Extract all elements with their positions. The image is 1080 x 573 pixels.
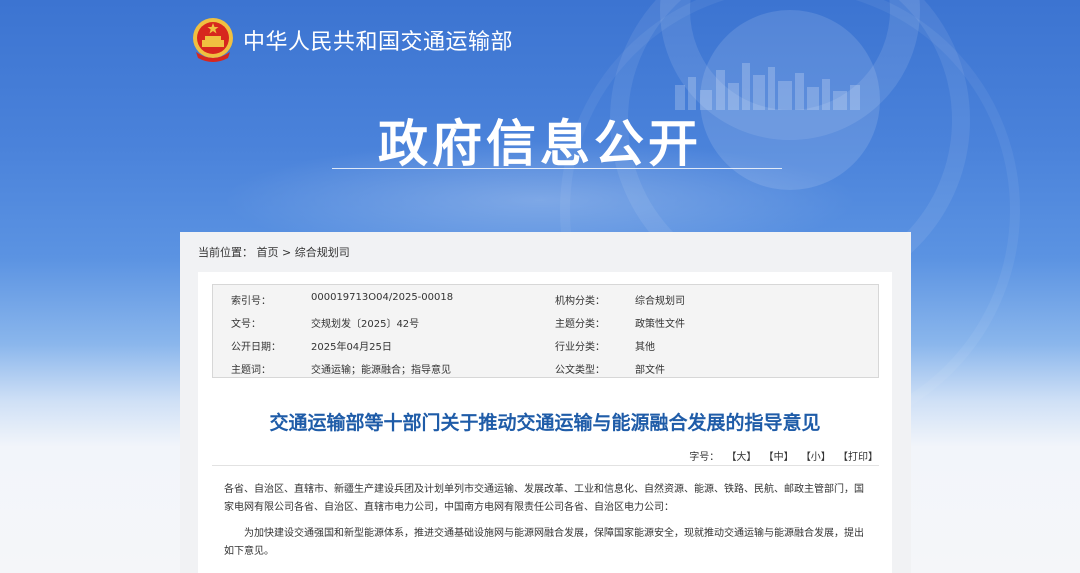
intro-paragraph: 为加快建设交通强国和新型能源体系，推进交通基础设施网与能源网融合发展，保障国家能… (224, 528, 864, 557)
addressee-paragraph: 各省、自治区、直辖市、新疆生产建设兵团及计划单列市交通运输、发展改革、工业和信息… (224, 484, 864, 513)
banner-title: 政府信息公开 (378, 115, 702, 173)
breadcrumb-current-link[interactable]: 综合规划司 (295, 246, 350, 259)
document-content: 索引号： 000019713O04/2025-00018 机构分类： 综合规划司… (198, 272, 892, 573)
font-medium-button[interactable]: 【中】 (764, 452, 794, 463)
content-panel: 当前位置： 首页 > 综合规划司 索引号： 000019713O04/2025-… (180, 232, 911, 573)
organization-label: 机构分类： (555, 296, 605, 307)
publish-date-label: 公开日期： (231, 342, 281, 353)
topic-category-label: 主题分类： (555, 319, 605, 330)
font-size-toolbar: 字号： 【大】 【中】 【小】 【打印】 (689, 448, 878, 463)
document-number-value: 交规划发〔2025〕42号 (311, 319, 420, 330)
national-emblem-logo (193, 18, 233, 62)
title-divider (212, 465, 879, 466)
banner-divider (332, 168, 782, 169)
document-title: 交通运输部等十部门关于推动交通运输与能源融合发展的指导意见 (269, 412, 821, 434)
metadata-row: 公开日期： 2025年04月25日 行业分类： 其他 (213, 333, 878, 355)
font-small-button[interactable]: 【小】 (801, 452, 831, 463)
document-type-value: 部文件 (635, 365, 665, 376)
breadcrumb-home-link[interactable]: 首页 (257, 246, 279, 259)
document-type-label: 公文类型： (555, 365, 605, 376)
topic-category-value: 政策性文件 (635, 319, 685, 330)
breadcrumb-separator: > (282, 246, 292, 259)
breadcrumb-label: 当前位置： (198, 246, 253, 259)
font-large-button[interactable]: 【大】 (726, 452, 756, 463)
city-skyline-decoration (675, 63, 860, 110)
site-name[interactable]: 中华人民共和国交通运输部 (243, 24, 513, 56)
index-number-value: 000019713O04/2025-00018 (311, 292, 454, 303)
metadata-row: 文号： 交规划发〔2025〕42号 主题分类： 政策性文件 (213, 310, 878, 332)
metadata-row: 索引号： 000019713O04/2025-00018 机构分类： 综合规划司 (213, 287, 878, 309)
document-number-label: 文号： (231, 319, 261, 330)
breadcrumb: 当前位置： 首页 > 综合规划司 (198, 244, 350, 260)
index-number-label: 索引号： (231, 296, 271, 307)
metadata-row: 主题词： 交通运输；能源融合；指导意见 公文类型： 部文件 (213, 356, 878, 378)
font-size-label: 字号： (689, 452, 720, 463)
publish-date-value: 2025年04月25日 (311, 342, 392, 353)
metadata-table: 索引号： 000019713O04/2025-00018 机构分类： 综合规划司… (212, 284, 879, 378)
keywords-label: 主题词： (231, 365, 271, 376)
organization-value: 综合规划司 (635, 296, 685, 307)
keywords-value: 交通运输；能源融合；指导意见 (311, 365, 451, 376)
print-button[interactable]: 【打印】 (838, 452, 878, 463)
industry-category-label: 行业分类： (555, 342, 605, 353)
industry-category-value: 其他 (635, 342, 655, 353)
